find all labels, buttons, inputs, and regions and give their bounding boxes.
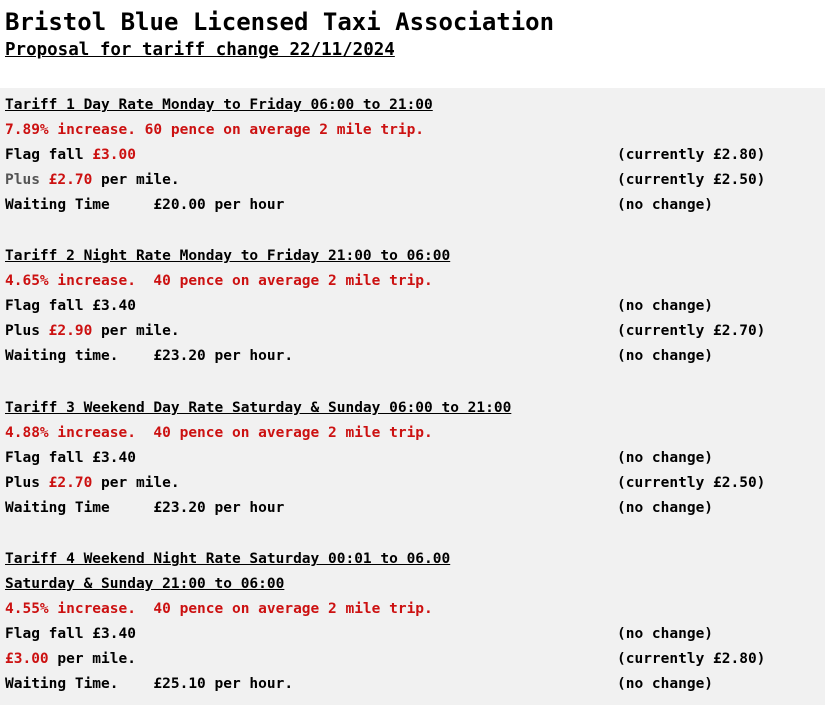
per-mile-suffix: per mile. xyxy=(92,323,180,339)
tariff-1-heading: Tariff 1 Day Rate Monday to Friday 06:00… xyxy=(5,97,433,113)
flag-fall-text: Flag fall £3.40 xyxy=(5,450,136,466)
tariff-1-per-mile: Plus £2.70 per mile. (currently £2.50) xyxy=(5,168,820,193)
tariff-2-waiting-time: Waiting time. £23.20 per hour. (no chang… xyxy=(5,344,820,369)
document-subtitle: Proposal for tariff change 22/11/2024 xyxy=(5,40,395,60)
tariff-4-per-mile: £3.00 per mile. (currently £2.80) xyxy=(5,647,820,672)
flag-fall-text: Flag fall £3.40 xyxy=(5,626,136,642)
waiting-time-note: (no change) xyxy=(617,676,714,692)
tariff-3-waiting-time: Waiting Time £23.20 per hour (no change) xyxy=(5,496,820,521)
per-mile-value: £2.70 xyxy=(48,172,93,188)
per-mile-prefix: Plus xyxy=(5,475,49,491)
waiting-time-text: Waiting Time £23.20 per hour xyxy=(5,500,285,516)
per-mile-prefix: Plus xyxy=(5,172,49,188)
per-mile-suffix: per mile. xyxy=(92,172,180,188)
flag-fall-label: Flag fall xyxy=(5,147,93,163)
waiting-time-text: Waiting time. £23.20 per hour. xyxy=(5,348,294,364)
tariff-3-per-mile: Plus £2.70 per mile. (currently £2.50) xyxy=(5,471,820,496)
tariff-1-waiting-time: Waiting Time £20.00 per hour (no change) xyxy=(5,193,820,218)
per-mile-prefix: Plus xyxy=(5,323,49,339)
tariff-2-heading: Tariff 2 Night Rate Monday to Friday 21:… xyxy=(5,248,451,264)
document-header: Bristol Blue Licensed Taxi Association P… xyxy=(0,0,825,88)
waiting-time-text: Waiting Time. £25.10 per hour. xyxy=(5,676,294,692)
waiting-time-note: (no change) xyxy=(617,500,714,516)
per-mile-note: (currently £2.80) xyxy=(617,651,766,667)
document-title: Bristol Blue Licensed Taxi Association xyxy=(5,8,555,36)
tariff-1-flag-fall: Flag fall £3.00 (currently £2.80) xyxy=(5,143,820,168)
tariff-2-per-mile: Plus £2.90 per mile. (currently £2.70) xyxy=(5,319,820,344)
per-mile-value: £3.00 xyxy=(5,651,49,667)
flag-fall-value: £3.00 xyxy=(92,147,136,163)
tariff-list: Tariff 1 Day Rate Monday to Friday 06:00… xyxy=(0,88,825,705)
waiting-time-text: Waiting Time £20.00 per hour xyxy=(5,197,285,213)
per-mile-note: (currently £2.50) xyxy=(617,475,766,491)
flag-fall-note: (no change) xyxy=(617,450,714,466)
tariff-3-heading: Tariff 3 Weekend Day Rate Saturday & Sun… xyxy=(5,400,512,416)
tariff-4-waiting-time: Waiting Time. £25.10 per hour. (no chang… xyxy=(5,672,820,697)
per-mile-value: £2.70 xyxy=(48,475,93,491)
tariff-3-increase: 4.88% increase. 40 pence on average 2 mi… xyxy=(5,425,433,441)
tariff-4-increase: 4.55% increase. 40 pence on average 2 mi… xyxy=(5,601,433,617)
tariff-4-flag-fall: Flag fall £3.40 (no change) xyxy=(5,622,820,647)
tariff-2-flag-fall: Flag fall £3.40 (no change) xyxy=(5,294,820,319)
tariff-2-increase: 4.65% increase. 40 pence on average 2 mi… xyxy=(5,273,433,289)
flag-fall-note: (no change) xyxy=(617,298,714,314)
waiting-time-note: (no change) xyxy=(617,197,714,213)
per-mile-note: (currently £2.50) xyxy=(617,172,766,188)
waiting-time-note: (no change) xyxy=(617,348,714,364)
tariff-4-heading: Tariff 4 Weekend Night Rate Saturday 00:… xyxy=(5,551,451,567)
tariff-3-flag-fall: Flag fall £3.40 (no change) xyxy=(5,446,820,471)
per-mile-note: (currently £2.70) xyxy=(617,323,766,339)
per-mile-suffix: per mile. xyxy=(48,651,136,667)
per-mile-value: £2.90 xyxy=(48,323,93,339)
flag-fall-text: Flag fall £3.40 xyxy=(5,298,136,314)
per-mile-suffix: per mile. xyxy=(92,475,180,491)
flag-fall-note: (no change) xyxy=(617,626,714,642)
tariff-4-heading-line-2: Saturday & Sunday 21:00 to 06:00 xyxy=(5,576,285,592)
flag-fall-note: (currently £2.80) xyxy=(617,147,766,163)
tariff-1-increase: 7.89% increase. 60 pence on average 2 mi… xyxy=(5,122,425,138)
